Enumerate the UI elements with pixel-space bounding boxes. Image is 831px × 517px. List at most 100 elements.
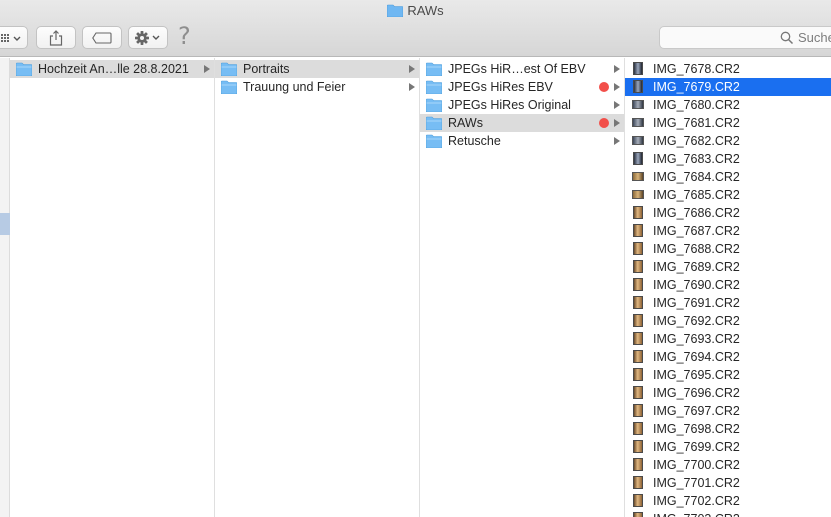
column-4: IMG_7678.CR2 IMG_7679.CR2 IMG_7680.CR2 IMG_… (625, 58, 831, 517)
file-name: IMG_7698.CR2 (653, 422, 740, 436)
file-row[interactable]: IMG_7701.CR2 (625, 474, 831, 492)
file-row[interactable]: IMG_7687.CR2 (625, 222, 831, 240)
file-name: IMG_7692.CR2 (653, 314, 740, 328)
file-row[interactable]: IMG_7695.CR2 (625, 366, 831, 384)
gear-icon (135, 30, 160, 45)
file-row[interactable]: IMG_7692.CR2 (625, 312, 831, 330)
list-item-label: RAWs (448, 116, 483, 130)
image-thumbnail-icon (633, 422, 643, 435)
view-options-button[interactable] (0, 26, 28, 49)
file-row[interactable]: IMG_7702.CR2 (625, 492, 831, 510)
image-thumbnail-icon (632, 172, 644, 181)
column-3: JPEGs HiR…est Of EBV JPEGs HiRes EBV JPE… (420, 58, 625, 517)
file-row[interactable]: IMG_7693.CR2 (625, 330, 831, 348)
list-item[interactable]: Trauung und Feier (215, 78, 419, 96)
file-name: IMG_7678.CR2 (653, 62, 740, 76)
file-name: IMG_7682.CR2 (653, 134, 740, 148)
file-name: IMG_7703.CR2 (653, 512, 740, 517)
file-row[interactable]: IMG_7680.CR2 (625, 96, 831, 114)
image-thumbnail-icon (633, 260, 643, 273)
file-row[interactable]: IMG_7689.CR2 (625, 258, 831, 276)
file-row[interactable]: IMG_7694.CR2 (625, 348, 831, 366)
column-2: Portraits Trauung und Feier (215, 58, 420, 517)
search-input[interactable] (798, 29, 831, 46)
file-row[interactable]: IMG_7678.CR2 (625, 60, 831, 78)
list-item[interactable]: JPEGs HiRes Original (420, 96, 624, 114)
folder-icon (387, 4, 404, 20)
file-row[interactable]: IMG_7682.CR2 (625, 132, 831, 150)
list-item-label: JPEGs HiRes EBV (448, 80, 553, 94)
file-name: IMG_7697.CR2 (653, 404, 740, 418)
image-thumbnail-icon (633, 512, 643, 517)
chevron-right-icon (409, 83, 415, 91)
image-thumbnail-icon (633, 242, 643, 255)
list-item[interactable]: Hochzeit An…lle 28.8.2021 (10, 60, 214, 78)
file-row[interactable]: IMG_7697.CR2 (625, 402, 831, 420)
search-icon (780, 31, 794, 48)
file-row[interactable]: IMG_7681.CR2 (625, 114, 831, 132)
folder-icon (425, 62, 443, 77)
file-row[interactable]: IMG_7696.CR2 (625, 384, 831, 402)
chevron-right-icon (204, 65, 210, 73)
file-name: IMG_7681.CR2 (653, 116, 740, 130)
file-row[interactable]: IMG_7686.CR2 (625, 204, 831, 222)
list-item[interactable]: Retusche (420, 132, 624, 150)
list-item-label: Trauung und Feier (243, 80, 346, 94)
list-item-label: Retusche (448, 134, 501, 148)
file-row[interactable]: IMG_7683.CR2 (625, 150, 831, 168)
file-name: IMG_7686.CR2 (653, 206, 740, 220)
list-item-label: JPEGs HiRes Original (448, 98, 571, 112)
file-row[interactable]: IMG_7684.CR2 (625, 168, 831, 186)
sidebar-selected-item[interactable] (0, 213, 10, 235)
image-thumbnail-icon (632, 118, 644, 127)
tag-icon (92, 31, 112, 44)
list-item[interactable]: Portraits (215, 60, 419, 78)
action-menu-button[interactable] (128, 26, 168, 49)
window-title: RAWs (0, 3, 831, 19)
file-row[interactable]: IMG_7679.CR2 (625, 78, 831, 96)
file-row[interactable]: IMG_7700.CR2 (625, 456, 831, 474)
list-item[interactable]: JPEGs HiRes EBV (420, 78, 624, 96)
image-thumbnail-icon (633, 332, 643, 345)
image-thumbnail-icon (633, 314, 643, 327)
file-name: IMG_7687.CR2 (653, 224, 740, 238)
file-row[interactable]: IMG_7703.CR2 (625, 510, 831, 517)
list-item[interactable]: JPEGs HiR…est Of EBV (420, 60, 624, 78)
chevron-right-icon (614, 65, 620, 73)
search-field[interactable] (659, 26, 831, 49)
image-thumbnail-icon (633, 440, 643, 453)
folder-icon (425, 134, 443, 149)
file-row[interactable]: IMG_7688.CR2 (625, 240, 831, 258)
help-icon[interactable]: ? (178, 22, 198, 50)
chevron-right-icon (614, 83, 620, 91)
file-name: IMG_7691.CR2 (653, 296, 740, 310)
share-button[interactable] (36, 26, 76, 49)
folder-icon (220, 80, 238, 95)
chevron-right-icon (614, 137, 620, 145)
file-name: IMG_7683.CR2 (653, 152, 740, 166)
share-icon (49, 29, 63, 46)
image-thumbnail-icon (633, 278, 643, 291)
sidebar (0, 58, 10, 517)
list-item[interactable]: RAWs (420, 114, 624, 132)
file-row[interactable]: IMG_7690.CR2 (625, 276, 831, 294)
file-row[interactable]: IMG_7699.CR2 (625, 438, 831, 456)
chevron-right-icon (614, 101, 620, 109)
file-row[interactable]: IMG_7685.CR2 (625, 186, 831, 204)
file-name: IMG_7679.CR2 (653, 80, 740, 94)
red-tag-icon (599, 82, 609, 92)
image-thumbnail-icon (632, 100, 644, 109)
image-thumbnail-icon (633, 80, 643, 93)
grid-icon (1, 33, 21, 42)
image-thumbnail-icon (633, 404, 643, 417)
image-thumbnail-icon (633, 386, 643, 399)
image-thumbnail-icon (633, 62, 643, 75)
image-thumbnail-icon (632, 136, 644, 145)
file-row[interactable]: IMG_7691.CR2 (625, 294, 831, 312)
column-1: Hochzeit An…lle 28.8.2021 (10, 58, 215, 517)
file-name: IMG_7690.CR2 (653, 278, 740, 292)
file-row[interactable]: IMG_7698.CR2 (625, 420, 831, 438)
file-name: IMG_7688.CR2 (653, 242, 740, 256)
tags-button[interactable] (82, 26, 122, 49)
folder-icon (425, 98, 443, 113)
